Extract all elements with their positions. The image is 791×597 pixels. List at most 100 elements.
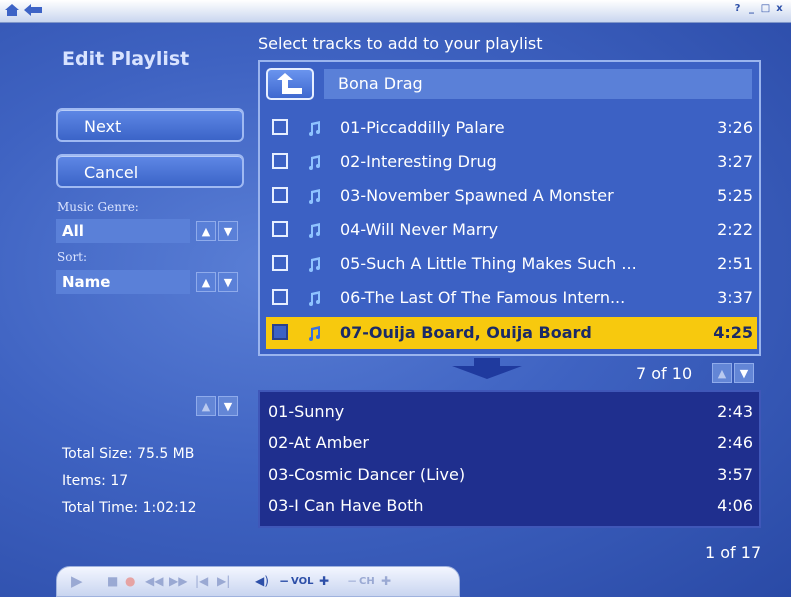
- page-title: Edit Playlist: [62, 48, 190, 70]
- title-bar: ? _ □ x: [0, 0, 791, 23]
- browser-page-up-icon[interactable]: ▲: [712, 363, 732, 383]
- record-icon[interactable]: ●: [125, 574, 135, 588]
- playlist-item-name: 01-Sunny: [268, 402, 345, 421]
- track-name: 05-Such A Little Thing Makes Such ...: [340, 254, 637, 273]
- channel-up-icon[interactable]: ✚: [381, 574, 391, 588]
- browser-page-indicator: 7 of 10: [636, 364, 693, 383]
- mute-icon[interactable]: ◀): [255, 574, 269, 588]
- playlist-down-icon[interactable]: ▼: [218, 396, 238, 416]
- sort-up-icon[interactable]: ▲: [196, 272, 216, 292]
- track-browser: Bona Drag 01-Piccaddilly Palare 3:26 02-…: [258, 60, 761, 356]
- transport-bar: ▶ ■ ● ◀◀ ▶▶ |◀ ▶| ◀) − VOL ✚ − CH ✚: [56, 566, 460, 597]
- playlist-item-duration: 3:57: [717, 465, 753, 484]
- genre-down-icon[interactable]: ▼: [218, 221, 238, 241]
- music-note-icon: [309, 155, 320, 170]
- music-note-icon: [309, 121, 320, 136]
- current-folder: Bona Drag: [324, 69, 752, 99]
- track-duration: 4:25: [713, 323, 753, 342]
- home-icon[interactable]: [4, 3, 20, 17]
- playlist-item[interactable]: 01-Sunny 2:43: [268, 397, 753, 427]
- playlist-item[interactable]: 03-I Can Have Both 4:06: [268, 491, 753, 521]
- track-name: 04-Will Never Marry: [340, 220, 499, 239]
- fast-forward-icon[interactable]: ▶▶: [169, 574, 187, 588]
- volume-label: VOL: [291, 576, 314, 587]
- playlist-item[interactable]: 02-At Amber 2:46: [268, 428, 753, 458]
- track-row[interactable]: 01-Piccaddilly Palare 3:26: [266, 112, 757, 144]
- browser-page-arrows: ▲ ▼: [712, 363, 756, 383]
- channel-down-icon[interactable]: −: [347, 574, 357, 588]
- window-controls: ? _ □ x: [732, 3, 785, 15]
- playlist-scroll-arrows: ▲ ▼: [196, 396, 240, 416]
- track-checkbox[interactable]: [272, 255, 288, 271]
- restore-icon[interactable]: □: [760, 3, 771, 15]
- music-genre-select[interactable]: All: [56, 219, 190, 243]
- music-note-icon: [309, 257, 320, 272]
- track-duration: 5:25: [717, 186, 753, 205]
- stop-icon[interactable]: ■: [107, 574, 118, 588]
- next-track-icon[interactable]: ▶|: [217, 574, 230, 588]
- music-note-icon: [309, 291, 320, 306]
- track-row[interactable]: 02-Interesting Drug 3:27: [266, 146, 757, 178]
- cancel-button[interactable]: Cancel: [56, 154, 244, 188]
- track-name: 03-November Spawned A Monster: [340, 186, 614, 205]
- previous-icon[interactable]: |◀: [195, 574, 208, 588]
- track-duration: 3:37: [717, 288, 753, 307]
- folder-up-button[interactable]: [266, 68, 314, 100]
- channel-label: CH: [359, 576, 375, 587]
- sort-down-icon[interactable]: ▼: [218, 272, 238, 292]
- music-note-icon: [309, 326, 320, 341]
- track-duration: 3:26: [717, 118, 753, 137]
- playlist-page-indicator: 1 of 17: [705, 543, 762, 562]
- music-note-icon: [309, 189, 320, 204]
- volume-up-icon[interactable]: ✚: [319, 574, 329, 588]
- sort-label: Sort:: [57, 250, 88, 264]
- playlist-item-name: 02-At Amber: [268, 433, 369, 452]
- items-count: Items: 17: [62, 473, 129, 489]
- track-row[interactable]: 06-The Last Of The Famous Intern... 3:37: [266, 282, 757, 314]
- playlist-panel: 01-Sunny 2:43 02-At Amber 2:46 03-Cosmic…: [258, 390, 761, 528]
- total-size: Total Size: 75.5 MB: [62, 446, 195, 462]
- track-name: 01-Piccaddilly Palare: [340, 118, 505, 137]
- help-icon[interactable]: ?: [732, 3, 743, 15]
- rewind-icon[interactable]: ◀◀: [145, 574, 163, 588]
- track-name: 07-Ouija Board, Ouija Board: [340, 323, 592, 342]
- playlist-item-duration: 2:46: [717, 433, 753, 452]
- playlist-item[interactable]: 03-Cosmic Dancer (Live) 3:57: [268, 460, 753, 490]
- play-icon[interactable]: ▶: [71, 572, 83, 590]
- track-checkbox[interactable]: [272, 187, 288, 203]
- close-icon[interactable]: x: [774, 3, 785, 15]
- back-arrow-icon[interactable]: [23, 3, 43, 17]
- genre-arrows: ▲ ▼: [196, 221, 240, 241]
- playlist-item-name: 03-I Can Have Both: [268, 496, 424, 515]
- browser-heading: Select tracks to add to your playlist: [258, 34, 543, 53]
- track-name: 02-Interesting Drug: [340, 152, 497, 171]
- track-row[interactable]: 05-Such A Little Thing Makes Such ... 2:…: [266, 248, 757, 280]
- playlist-item-name: 03-Cosmic Dancer (Live): [268, 465, 466, 484]
- browser-page-down-icon[interactable]: ▼: [734, 363, 754, 383]
- volume-down-icon[interactable]: −: [279, 574, 289, 588]
- track-duration: 2:22: [717, 220, 753, 239]
- add-down-arrow-icon[interactable]: [450, 358, 524, 380]
- track-name: 06-The Last Of The Famous Intern...: [340, 288, 626, 307]
- sort-arrows: ▲ ▼: [196, 272, 240, 292]
- track-duration: 3:27: [717, 152, 753, 171]
- track-checkbox[interactable]: [272, 153, 288, 169]
- track-checkbox[interactable]: [272, 119, 288, 135]
- track-row-selected[interactable]: 07-Ouija Board, Ouija Board 4:25: [266, 317, 757, 349]
- music-note-icon: [309, 223, 320, 238]
- up-arrow-icon: [277, 73, 302, 94]
- track-row[interactable]: 04-Will Never Marry 2:22: [266, 214, 757, 246]
- playlist-item-duration: 4:06: [717, 496, 753, 515]
- minimize-icon[interactable]: _: [746, 3, 757, 15]
- next-button[interactable]: Next: [56, 108, 244, 142]
- music-genre-label: Music Genre:: [57, 200, 139, 214]
- track-checkbox[interactable]: [272, 289, 288, 305]
- track-checkbox[interactable]: [272, 324, 288, 340]
- track-checkbox[interactable]: [272, 221, 288, 237]
- playlist-up-icon[interactable]: ▲: [196, 396, 216, 416]
- genre-up-icon[interactable]: ▲: [196, 221, 216, 241]
- track-row[interactable]: 03-November Spawned A Monster 5:25: [266, 180, 757, 212]
- total-time: Total Time: 1:02:12: [62, 500, 197, 516]
- playlist-item-duration: 2:43: [717, 402, 753, 421]
- sort-select[interactable]: Name: [56, 270, 190, 294]
